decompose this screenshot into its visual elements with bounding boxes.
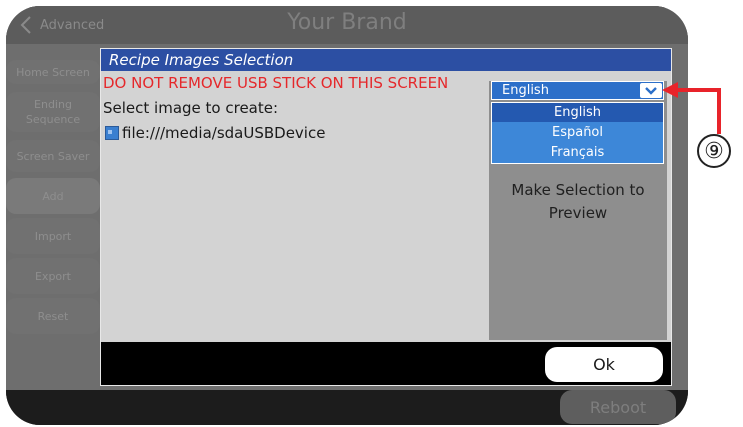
title-bar: Advanced Your Brand [6, 6, 688, 44]
callout-arrow-icon [662, 82, 721, 134]
folder-list-item[interactable]: file:///media/sdaUSBDevice [105, 123, 325, 143]
language-option-english[interactable]: English [492, 103, 663, 122]
sidebar-item-import[interactable]: Import [6, 218, 100, 254]
preview-text-line1: Make Selection to [511, 181, 645, 199]
dialog-title: Recipe Images Selection [101, 49, 671, 71]
language-option-francais[interactable]: Français [492, 143, 663, 162]
sidebar-item-ending-sequence[interactable]: Ending Sequence [6, 92, 100, 132]
sidebar-item-screen-saver[interactable]: Screen Saver [6, 140, 100, 172]
folder-path: file:///media/sdaUSBDevice [122, 124, 326, 142]
dropdown-toggle-button[interactable] [640, 83, 662, 98]
recipe-images-dialog: Recipe Images Selection DO NOT REMOVE US… [100, 48, 672, 386]
language-select[interactable]: English [491, 81, 664, 100]
callout-number: ⑨ [697, 134, 731, 168]
language-select-value: English [502, 83, 549, 98]
ok-button[interactable]: Ok [545, 347, 663, 382]
sidebar-item-export[interactable]: Export [6, 258, 100, 294]
language-menu: English Español Français [491, 102, 664, 164]
preview-placeholder: Make Selection to Preview [489, 179, 667, 225]
language-option-espanol[interactable]: Español [492, 123, 663, 142]
sidebar-item-reset[interactable]: Reset [6, 298, 100, 334]
brand-title: Your Brand [287, 10, 407, 35]
chevron-down-icon [645, 87, 657, 95]
select-image-prompt: Select image to create: [103, 99, 279, 117]
preview-text-line2: Preview [548, 204, 608, 222]
sidebar-item-home-screen[interactable]: Home Screen [6, 60, 100, 84]
usb-warning-text: DO NOT REMOVE USB STICK ON THIS SCREEN [103, 74, 449, 92]
sidebar-item-add[interactable]: Add [6, 178, 100, 214]
folder-icon [105, 126, 119, 140]
reboot-button[interactable]: Reboot [560, 390, 676, 424]
